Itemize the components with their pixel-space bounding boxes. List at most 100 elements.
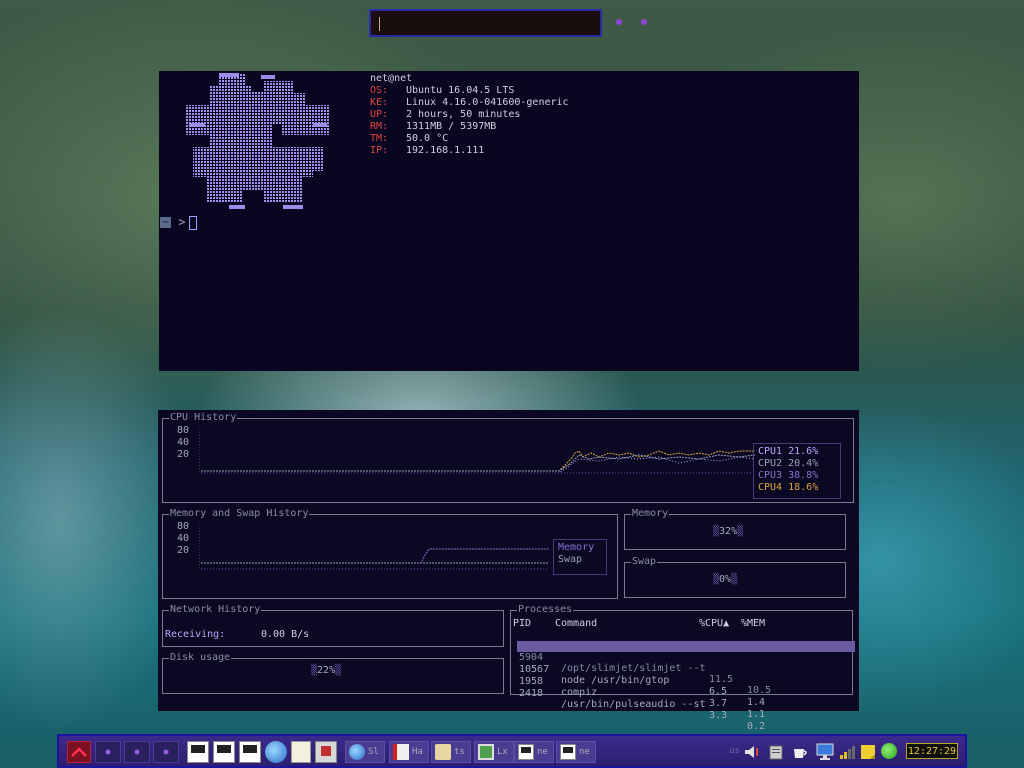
cpu-tick: 20 [177,449,190,460]
app-menu-button[interactable] [67,741,91,763]
cpu-legend-name: CPU4 [758,482,783,493]
prompt-dir: ~ [160,217,171,228]
text-editor-icon [478,744,494,760]
info-value-kernel: Linux 4.16.0-041600-generic [406,97,569,108]
column-mem[interactable]: %MEM [741,618,765,630]
workspace-3-button[interactable] [153,741,179,763]
task-button-files[interactable]: ts [431,741,471,763]
memory-history-panel: Memory and Swap History 80 40 20 Memory … [162,508,618,599]
cpu-legend-value: 18.6% [788,482,819,493]
workspace-1-button[interactable] [95,741,121,763]
cpu-legend-name: CPU2 [758,458,783,469]
memory-title: Memory [631,508,670,520]
info-value-ip: 192.168.1.111 [406,145,485,156]
memory-legend-memory: Memory [558,542,595,553]
info-key-os: OS: [370,85,389,96]
memory-history-title: Memory and Swap History [169,508,310,520]
task-label: ts [454,747,465,757]
process-command: compiz [561,687,598,698]
process-cpu: 3.7 [709,698,728,709]
status-indicator-icon[interactable] [881,743,897,759]
globe-launcher-icon[interactable] [265,741,287,763]
cpu-history-graph [199,429,756,474]
process-command: /usr/bin/pulseaudio --st [561,699,706,710]
disk-title: Disk usage [169,652,232,664]
workspace-dot [134,749,140,755]
swap-title: Swap [631,556,658,568]
coffee-cup-icon[interactable] [791,743,809,761]
shell-prompt[interactable]: ~ > [160,215,198,230]
folder-icon [435,744,451,760]
chevron-up-icon [71,747,87,757]
task-button-editor[interactable]: Lx [474,741,514,763]
terminal-cursor [189,215,198,230]
info-key-kernel: KE: [370,97,389,108]
workspace-dot [105,749,111,755]
launcher-input[interactable] [369,9,602,37]
text-caret [379,17,380,31]
system-launcher-icon[interactable] [315,741,337,763]
system-info: net@net OS: Ubuntu 16.04.5 LTS KE: Linux 4… [370,73,569,157]
volume-icon[interactable] [743,743,761,761]
task-label: Lx [497,747,508,757]
task-label: ne [579,747,590,757]
gtop-window[interactable]: CPU History 80 40 20 CPU1 21.6% CPU2 20.… [158,410,859,732]
display-icon[interactable] [815,742,835,762]
memory-legend-swap: Swap [558,554,583,565]
process-row[interactable]: 10567 node /usr/bin/gtop 6.5 1.4 [517,653,855,708]
memory-panel: Memory ▒32%▒ [624,508,846,550]
cpu-legend-value: 21.6% [788,446,819,457]
task-button-browser[interactable]: Sl [345,741,385,763]
process-row[interactable]: 1958 compiz 3.7 1.1 [517,665,855,720]
terminal-icon [560,744,576,760]
cpu-legend-value: 38.8% [788,470,819,481]
task-button-terminal[interactable]: ne [556,741,596,763]
info-value-temp: 50.0 °C [406,133,449,144]
indicator-dot [641,19,647,25]
process-mem: 1.1 [747,709,766,720]
clipboard-icon[interactable] [767,743,785,761]
memory-value: ▒32%▒ [713,526,744,537]
memory-tick: 80 [177,521,190,532]
task-label: ne [537,747,548,757]
terminal-launcher-icon[interactable] [187,741,209,763]
globe-icon [349,744,365,760]
column-command[interactable]: Command [555,618,597,630]
info-key-uptime: UP: [370,109,389,120]
cpu-tick: 80 [177,425,190,436]
terminal-launcher-icon[interactable] [239,741,261,763]
process-cpu: 3.3 [709,710,728,721]
memory-tick: 20 [177,545,190,556]
info-key-ip: IP: [370,145,389,156]
workspace-2-button[interactable] [124,741,150,763]
clock[interactable]: 12:27:29 [906,743,958,759]
terminal-launcher-icon[interactable] [213,741,235,763]
processes-panel[interactable]: Processes PID Command %CPU▲ %MEM 5904 /o… [510,604,855,732]
task-button-document[interactable]: Ha [389,741,429,763]
task-button-terminal[interactable]: ne [514,741,554,763]
network-signal-icon[interactable] [839,743,855,761]
network-panel: Network History Receiving: 0.00 B/s [162,604,504,647]
cpu-legend: CPU1 21.6% CPU2 20.4% CPU3 38.8% CPU4 18… [753,443,841,499]
info-key-temp: TM: [370,133,389,144]
indicator-dot [616,19,622,25]
process-row-selected[interactable]: 5904 /opt/slimjet/slimjet --t 11.5 10.5 [517,641,855,696]
process-pid: 2418 [519,688,544,699]
notes-launcher-icon[interactable] [291,741,311,763]
process-row[interactable]: 2418 /usr/bin/pulseaudio --st 3.3 0.2 [517,677,855,732]
network-title: Network History [169,604,262,616]
column-pid[interactable]: PID [513,618,531,630]
terminal-icon [518,744,534,760]
cpu-tick: 40 [177,437,190,448]
sticky-note-icon[interactable] [859,743,877,761]
cpu-legend-value: 20.4% [788,458,819,469]
cpu-history-title: CPU History [169,412,238,424]
info-value-uptime: 2 hours, 50 minutes [406,109,521,120]
network-value: 0.00 B/s [261,629,310,640]
info-key-ram: RM: [370,121,389,132]
prompt-symbol: > [178,215,186,229]
keyboard-layout[interactable]: us [729,746,740,756]
cpu-legend-name: CPU3 [758,470,783,481]
swap-panel: Swap ▒0%▒ [624,556,846,598]
column-cpu[interactable]: %CPU▲ [699,618,729,630]
